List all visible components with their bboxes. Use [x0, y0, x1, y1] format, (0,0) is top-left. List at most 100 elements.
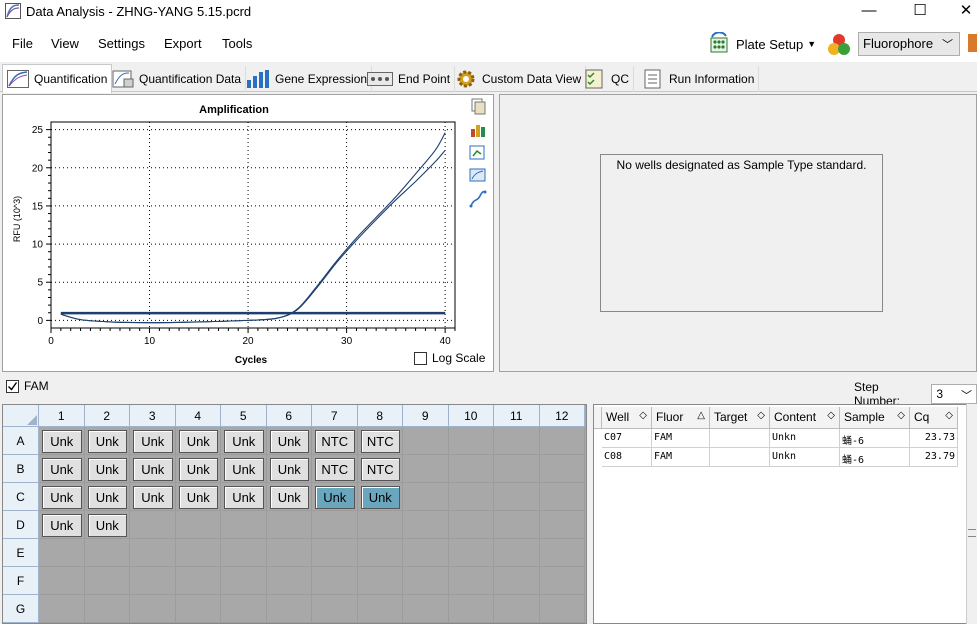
plate-cell[interactable]: [539, 595, 585, 623]
cell-well[interactable]: C08: [602, 448, 652, 467]
plate-well[interactable]: NTC: [315, 458, 355, 481]
select-all-icon[interactable]: [27, 415, 37, 425]
plate-well[interactable]: Unk: [87, 458, 127, 481]
scrollbar-grip[interactable]: [968, 529, 976, 537]
plate-well[interactable]: Unk: [360, 486, 400, 509]
plate-cell[interactable]: [175, 567, 221, 595]
tab-gene-expression[interactable]: Gene Expression: [242, 66, 373, 92]
plate-cell[interactable]: [539, 511, 585, 539]
vertical-scrollbar[interactable]: [966, 404, 977, 624]
plate-cell[interactable]: [448, 511, 494, 539]
plate-row-header[interactable]: A: [3, 427, 39, 455]
cell-target[interactable]: [710, 429, 770, 448]
close-button[interactable]: ✕: [943, 0, 977, 24]
plate-cell[interactable]: [448, 539, 494, 567]
plate-well[interactable]: Unk: [224, 430, 264, 453]
column-header-content[interactable]: Content ◇: [770, 407, 840, 429]
column-header-well[interactable]: Well ◇: [602, 407, 652, 429]
plate-cell[interactable]: [448, 567, 494, 595]
plate-cell[interactable]: [221, 511, 267, 539]
plate-cell[interactable]: [403, 567, 449, 595]
plate-well[interactable]: Unk: [224, 486, 264, 509]
plate-well[interactable]: Unk: [178, 486, 218, 509]
step-number-select[interactable]: 3 ﹀: [931, 384, 977, 404]
menu-tools[interactable]: Tools: [222, 36, 252, 51]
fluorophore-select[interactable]: Fluorophore ﹀: [858, 32, 960, 56]
plate-cell[interactable]: [39, 567, 85, 595]
menu-file[interactable]: File: [12, 36, 33, 51]
plate-row-header[interactable]: F: [3, 567, 39, 595]
run-icon[interactable]: [968, 30, 977, 56]
plate-cell[interactable]: [539, 539, 585, 567]
sort-icon[interactable]: ◇: [945, 410, 953, 421]
plate-cell[interactable]: [312, 539, 358, 567]
plate-cell[interactable]: [494, 567, 540, 595]
plate-cell[interactable]: [221, 567, 267, 595]
menu-settings[interactable]: Settings: [98, 36, 145, 51]
plate-column-header[interactable]: 3: [130, 405, 176, 427]
plate-cell[interactable]: [175, 511, 221, 539]
plate-cell[interactable]: [357, 511, 403, 539]
plate-row-header[interactable]: E: [3, 539, 39, 567]
plate-column-header[interactable]: 11: [494, 405, 540, 427]
column-header-target[interactable]: Target ◇: [710, 407, 770, 429]
plate-cell[interactable]: [448, 455, 494, 483]
plate-well[interactable]: Unk: [178, 458, 218, 481]
sort-ascending-icon[interactable]: △: [697, 410, 705, 421]
plate-column-header[interactable]: 5: [221, 405, 267, 427]
plate-setup-button[interactable]: Plate Setup ▼: [708, 30, 816, 58]
plate-cell[interactable]: [448, 595, 494, 623]
plate-well[interactable]: Unk: [42, 486, 82, 509]
plate-column-header[interactable]: 7: [312, 405, 358, 427]
plate-well[interactable]: Unk: [224, 458, 264, 481]
sort-icon[interactable]: ◇: [639, 410, 647, 421]
plate-column-header[interactable]: 9: [403, 405, 449, 427]
plate-cell[interactable]: [494, 455, 540, 483]
plate-column-header[interactable]: 1: [39, 405, 85, 427]
plate-cell[interactable]: [403, 455, 449, 483]
plate-cell[interactable]: [84, 567, 130, 595]
plate-column-header[interactable]: 6: [266, 405, 312, 427]
plate-well[interactable]: Unk: [178, 430, 218, 453]
plate-cell[interactable]: [403, 595, 449, 623]
fam-checkbox[interactable]: [6, 379, 19, 393]
plate-cell[interactable]: [84, 539, 130, 567]
minimize-button[interactable]: —: [846, 0, 892, 24]
sort-icon[interactable]: ◇: [897, 410, 905, 421]
plate-cell[interactable]: [494, 483, 540, 511]
plate-row-header[interactable]: G: [3, 595, 39, 623]
plate-cell[interactable]: [175, 595, 221, 623]
menu-export[interactable]: Export: [164, 36, 202, 51]
plate-cell[interactable]: [494, 427, 540, 455]
plate-well[interactable]: Unk: [133, 486, 173, 509]
plate-cell[interactable]: [448, 427, 494, 455]
plate-cell[interactable]: [266, 595, 312, 623]
plate-cell[interactable]: [266, 567, 312, 595]
trace-style-icon[interactable]: [469, 190, 487, 208]
plate-cell[interactable]: [403, 483, 449, 511]
plate-well[interactable]: NTC: [360, 458, 400, 481]
sort-icon[interactable]: ◇: [757, 410, 765, 421]
plate-cell[interactable]: [448, 483, 494, 511]
cell-cq[interactable]: 23.79: [910, 448, 958, 467]
plate-cell[interactable]: [130, 511, 176, 539]
tab-qc[interactable]: QC: [580, 66, 634, 92]
maximize-button[interactable]: ☐: [897, 0, 943, 24]
cell-fluor[interactable]: FAM: [652, 448, 710, 467]
plate-cell[interactable]: [494, 539, 540, 567]
plate-cell[interactable]: [494, 595, 540, 623]
tab-quantification-data[interactable]: Quantification Data: [108, 66, 247, 92]
tab-end-point[interactable]: End Point: [363, 66, 456, 92]
plate-well[interactable]: Unk: [87, 486, 127, 509]
log-scale-checkbox[interactable]: [414, 351, 427, 365]
cell-sample[interactable]: 蛹-6: [840, 429, 910, 448]
menu-view[interactable]: View: [51, 36, 79, 51]
plate-cell[interactable]: [403, 539, 449, 567]
cell-content[interactable]: Unkn: [770, 448, 840, 467]
plate-cell[interactable]: [403, 427, 449, 455]
plate-cell[interactable]: [539, 455, 585, 483]
plate-well[interactable]: NTC: [315, 430, 355, 453]
cell-content[interactable]: Unkn: [770, 429, 840, 448]
plate-cell[interactable]: [539, 483, 585, 511]
plate-cell[interactable]: [130, 539, 176, 567]
